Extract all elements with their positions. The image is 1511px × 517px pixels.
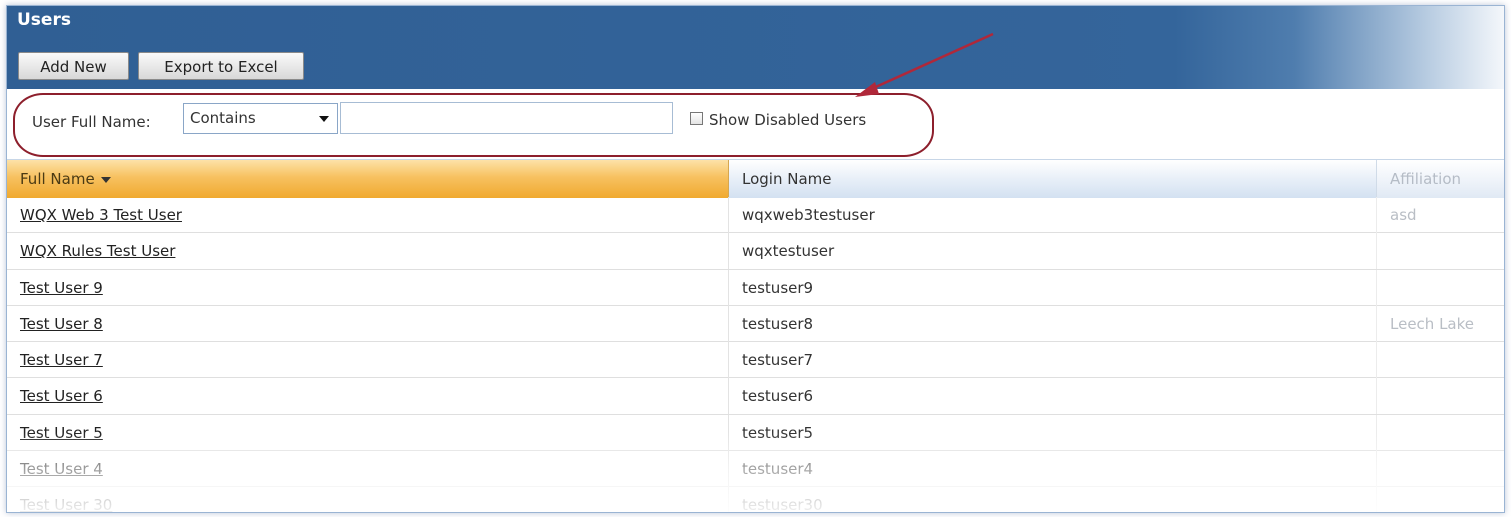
user-link[interactable]: WQX Rules Test User (20, 242, 175, 260)
full-name-cell: WQX Web 3 Test User (7, 197, 729, 233)
table-row: Test User 9 testuser9 (7, 269, 1504, 306)
full-name-cell: Test User 5 (7, 414, 729, 451)
column-header-affiliation[interactable]: Affiliation (1377, 160, 1504, 198)
user-link[interactable]: WQX Web 3 Test User (20, 206, 182, 224)
table-body: WQX Web 3 Test User wqxweb3testuser asd … (7, 197, 1504, 512)
affiliation-cell (1377, 451, 1504, 487)
table-row: WQX Rules Test User wqxtestuser (7, 233, 1504, 270)
login-name-cell: testuser8 (729, 305, 1377, 342)
full-name-cell: Test User 8 (7, 305, 729, 342)
table-row: Test User 5 testuser5 (7, 414, 1504, 452)
user-link[interactable]: Test User 30 (20, 496, 112, 512)
affiliation-cell (1377, 233, 1504, 269)
affiliation-cell (1377, 415, 1504, 451)
affiliation-cell: asd (1390, 206, 1417, 224)
full-name-cell: WQX Rules Test User (7, 233, 729, 270)
login-name-cell: wqxweb3testuser (729, 197, 1377, 233)
user-link[interactable]: Test User 6 (20, 387, 103, 405)
full-name-cell: Test User 30 (7, 487, 729, 512)
column-header-full-name[interactable]: Full Name (7, 160, 729, 198)
affiliation-cell (1377, 270, 1504, 306)
table-row: Test User 4 testuser4 (7, 451, 1504, 488)
login-name-cell: testuser9 (729, 269, 1377, 306)
table-row: WQX Web 3 Test User wqxweb3testuser asd (7, 197, 1504, 234)
affiliation-cell (1377, 487, 1504, 512)
table-row: Test User 8 testuser8 Leech Lake (7, 305, 1504, 343)
column-header-label: Affiliation (1390, 170, 1462, 188)
column-header-label: Login Name (742, 170, 832, 188)
column-header-label: Full Name (20, 170, 95, 188)
affiliation-cell (1377, 342, 1504, 378)
login-name-cell: testuser6 (729, 378, 1377, 415)
full-name-cell: Test User 7 (7, 342, 729, 379)
login-name-cell: testuser5 (729, 414, 1377, 451)
full-name-cell: Test User 9 (7, 269, 729, 306)
users-panel: Users Add New Export to Excel User Full … (6, 5, 1505, 513)
user-link[interactable]: Test User 7 (20, 351, 103, 369)
arrow-icon (855, 32, 994, 97)
login-name-cell: testuser30 (729, 487, 1377, 512)
affiliation-cell: Leech Lake (1390, 314, 1475, 333)
table-row: Test User 6 testuser6 (7, 378, 1504, 415)
table-row: Test User 7 testuser7 (7, 342, 1504, 379)
full-name-cell: Test User 6 (7, 378, 729, 415)
login-name-cell: wqxtestuser (729, 233, 1377, 270)
table-row: Test User 30 testuser30 (7, 487, 1504, 512)
user-link[interactable]: Test User 8 (20, 315, 103, 333)
user-link[interactable]: Test User 4 (20, 460, 103, 478)
user-link[interactable]: Test User 9 (20, 279, 103, 297)
login-name-cell: testuser7 (729, 342, 1377, 379)
login-name-cell: testuser4 (729, 451, 1377, 488)
user-link[interactable]: Test User 5 (20, 424, 103, 442)
full-name-cell: Test User 4 (7, 451, 729, 488)
sort-descending-icon (100, 176, 111, 183)
table-header: Full Name Login Name Affiliation (7, 159, 1504, 198)
column-header-login-name[interactable]: Login Name (729, 160, 1377, 198)
affiliation-cell (1377, 378, 1504, 414)
users-table: Full Name Login Name Affiliation WQX Web… (7, 159, 1504, 512)
